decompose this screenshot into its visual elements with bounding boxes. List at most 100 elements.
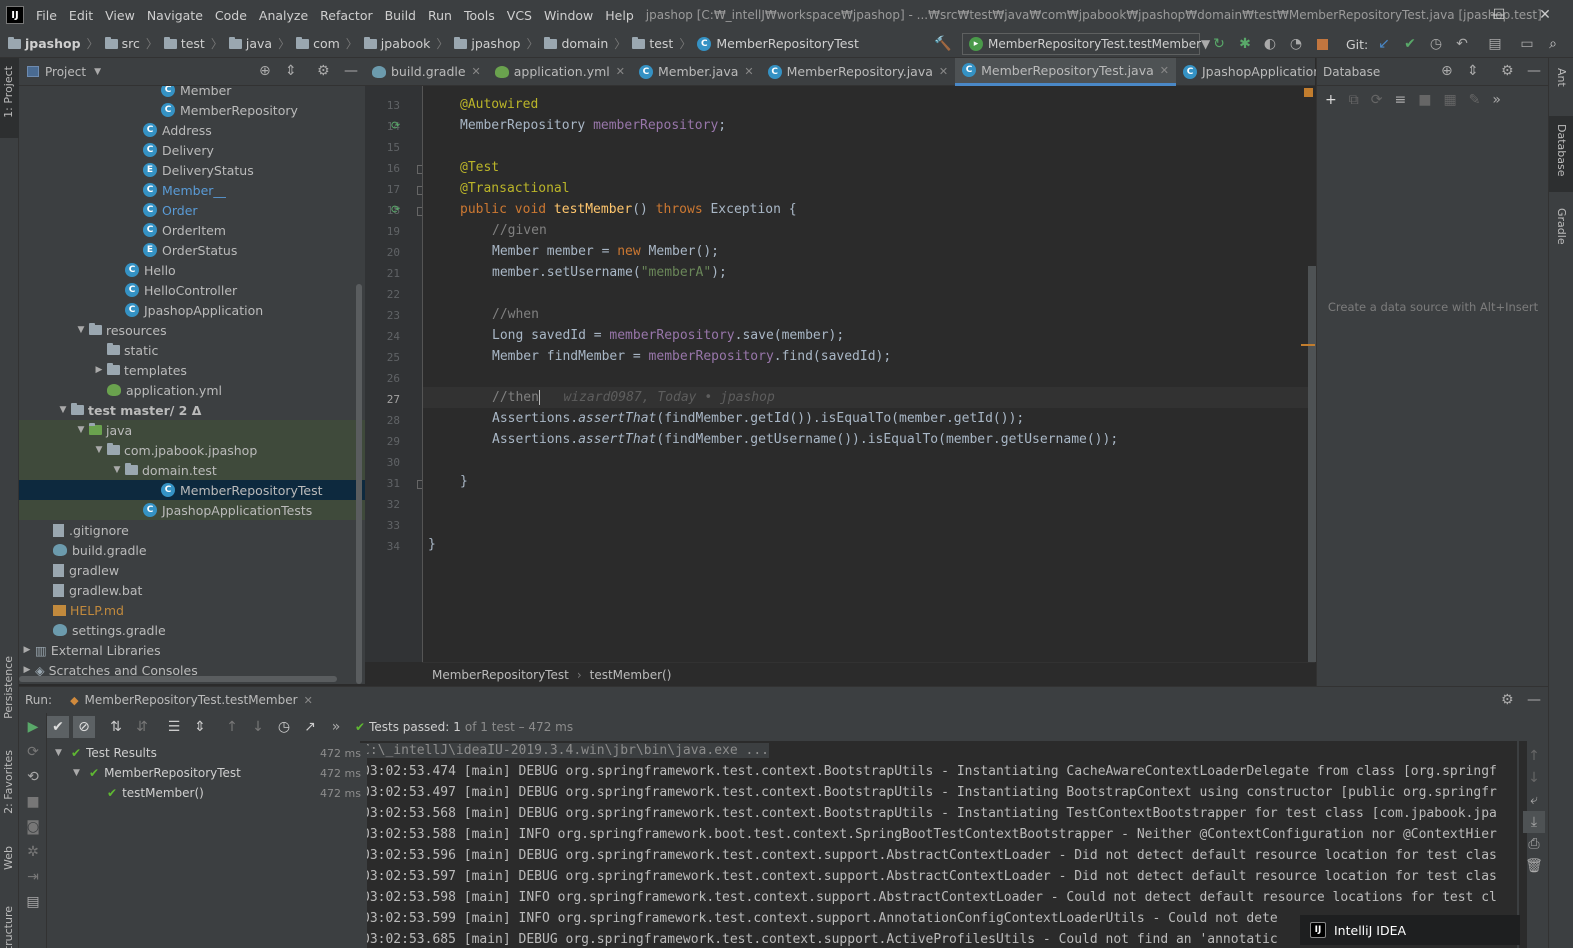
editor-crumb-method[interactable]: testMember() [590,668,672,682]
test-result-row[interactable]: ▼ ✔ MemberRepositoryTest 472 ms [47,763,367,783]
more-icon[interactable]: » [1492,92,1501,108]
gear-icon[interactable]: ⚙ [1501,692,1514,708]
project-tree-item[interactable]: C JpashopApplicationTests [19,500,365,520]
run-gutter-icon[interactable]: ⟳ [391,203,400,216]
project-tree-item[interactable]: C MemberRepository [19,100,365,120]
locate-file-icon[interactable]: ⊕ [259,63,271,79]
profiler-icon[interactable]: ◔ [1285,33,1307,55]
project-tree-item[interactable]: C Address [19,120,365,140]
menu-view[interactable]: View [99,8,141,23]
project-tree-item[interactable]: C Hello [19,260,365,280]
breadcrumb-item[interactable]: jpashop [4,36,85,51]
code-editor[interactable]: @Autowired MemberRepository memberReposi… [422,86,1309,662]
tree-expand-icon[interactable]: ▼ [93,445,105,455]
test-result-row[interactable]: ✔ testMember() 472 ms [47,783,367,803]
project-scrollbar[interactable] [356,284,362,684]
breadcrumb-item[interactable]: jpabook [360,36,435,51]
show-ignored-icon[interactable]: ⊘ [73,716,95,738]
editor-scroll-thumb[interactable] [1308,266,1316,662]
menu-tools[interactable]: Tools [458,8,501,23]
gear-icon[interactable]: ⚙ [1501,63,1514,79]
stop-icon[interactable] [1311,33,1333,55]
tree-expand-icon[interactable]: ▶ [93,365,105,375]
project-tree-item[interactable]: application.yml [19,380,365,400]
breadcrumb-item[interactable]: com [292,36,344,51]
breadcrumb-item[interactable]: domain [540,36,612,51]
search-everywhere-icon[interactable]: ⌕ [1542,33,1564,55]
project-tree-item[interactable]: ▶ ▥ External Libraries [19,640,365,660]
project-tree-item[interactable]: static [19,340,365,360]
close-tab-icon[interactable]: ✕ [616,65,625,78]
git-commit-icon[interactable]: ✔ [1399,33,1421,55]
tool-tab-persistence[interactable]: Persistence [2,656,15,719]
menu-vcs[interactable]: VCS [501,8,538,23]
editor-tab[interactable]: C MemberRepository.java ✕ [761,58,955,86]
tool-tab-project[interactable]: 1: Project [2,66,15,118]
project-tree-item[interactable]: gradlew.bat [19,580,365,600]
project-tree-item[interactable]: ▼ domain.test [19,460,365,480]
project-tree-item[interactable]: .gitignore [19,520,365,540]
project-tree-item[interactable]: HELP.md [19,600,365,620]
project-tree-item[interactable]: C MemberRepositoryTest [19,480,365,500]
hide-panel-icon[interactable]: — [1527,63,1541,79]
editor-tab[interactable]: C MemberRepositoryTest.java ✕ [955,57,1176,86]
breadcrumb-item[interactable]: test [628,36,677,51]
debug-icon[interactable]: ✱ [1234,33,1256,55]
project-tree-item[interactable]: settings.gradle [19,620,365,640]
trash-icon[interactable]: 🗑 [1523,855,1545,877]
close-tab-icon[interactable]: ✕ [1160,64,1169,77]
close-tab-icon[interactable]: ✕ [744,65,753,78]
tree-expand-icon[interactable]: ▼ [75,325,87,335]
rerun-icon[interactable]: ▶ [22,716,44,738]
project-tree-item[interactable]: C Delivery [19,140,365,160]
locate-icon[interactable]: ⊕ [1441,63,1453,79]
close-tab-icon[interactable]: ✕ [939,65,948,78]
project-tree-item[interactable]: E OrderStatus [19,240,365,260]
collapse-all-icon[interactable]: ⇕ [285,63,297,79]
breadcrumb-item[interactable]: C MemberRepositoryTest [693,36,863,51]
editor-scrollbar[interactable] [1301,86,1316,662]
project-structure-icon[interactable]: ▤ [1484,33,1506,55]
git-history-icon[interactable]: ◷ [1425,33,1447,55]
tree-expand-icon[interactable]: ▼ [57,405,69,415]
tree-expand-icon[interactable]: ▼ [75,425,87,435]
print-icon[interactable]: ⎙ [1523,833,1545,855]
close-window-button[interactable]: ✕ [1522,0,1568,30]
rerun-icon[interactable]: ↻ [1208,33,1230,55]
editor-tab[interactable]: application.yml ✕ [488,58,632,86]
presentation-icon[interactable]: ▭ [1516,33,1538,55]
test-result-row[interactable]: ▼ ✔ Test Results 472 ms [47,743,367,763]
collapse-icon[interactable]: ⇕ [1467,63,1479,79]
maximize-button[interactable]: ☐ [1476,0,1522,30]
project-tree-item[interactable]: build.gradle [19,540,365,560]
run-tab[interactable]: MemberRepositoryTest.testMember [85,693,298,707]
tree-expand-icon[interactable]: ▶ [21,645,33,655]
git-update-icon[interactable]: ↙ [1373,33,1395,55]
tree-expand-icon[interactable]: ▶ [21,665,33,675]
gear-icon[interactable]: ⚙ [317,63,330,79]
run-configuration-select[interactable]: ▸ MemberRepositoryTest.testMember ▼ [962,33,1210,55]
inspection-status-icon[interactable] [1304,88,1313,97]
project-tree-item[interactable]: ▼ resources [19,320,365,340]
project-panel-title[interactable]: Project [45,65,86,79]
editor-crumb-class[interactable]: MemberRepositoryTest [432,668,569,682]
menu-run[interactable]: Run [422,8,458,23]
menu-window[interactable]: Window [538,8,599,23]
tree-expand-icon[interactable]: ▼ [73,768,85,778]
project-tree-item[interactable]: C Member__ [19,180,365,200]
sort-alpha-icon[interactable]: ⇅ [105,716,127,738]
menu-build[interactable]: Build [379,8,422,23]
project-tree-item[interactable]: C Member [19,86,365,100]
breadcrumb-item[interactable]: jpashop [450,36,524,51]
project-tree-item[interactable]: C Order [19,200,365,220]
more-icon[interactable]: » [325,716,347,738]
tool-tab-web[interactable]: Web [2,846,15,870]
run-gutter-icon[interactable]: ⟳ [391,119,400,132]
scroll-to-end-icon[interactable]: ⤓ [1523,811,1545,833]
project-tree-item[interactable]: ▼ java [19,420,365,440]
tree-expand-icon[interactable]: ▼ [55,748,67,758]
tool-tab-gradle[interactable]: Gradle [1555,208,1568,245]
tree-expand-icon[interactable]: ▼ [111,465,123,475]
menu-file[interactable]: File [30,8,63,23]
editor-tab[interactable]: C Member.java ✕ [632,58,761,86]
